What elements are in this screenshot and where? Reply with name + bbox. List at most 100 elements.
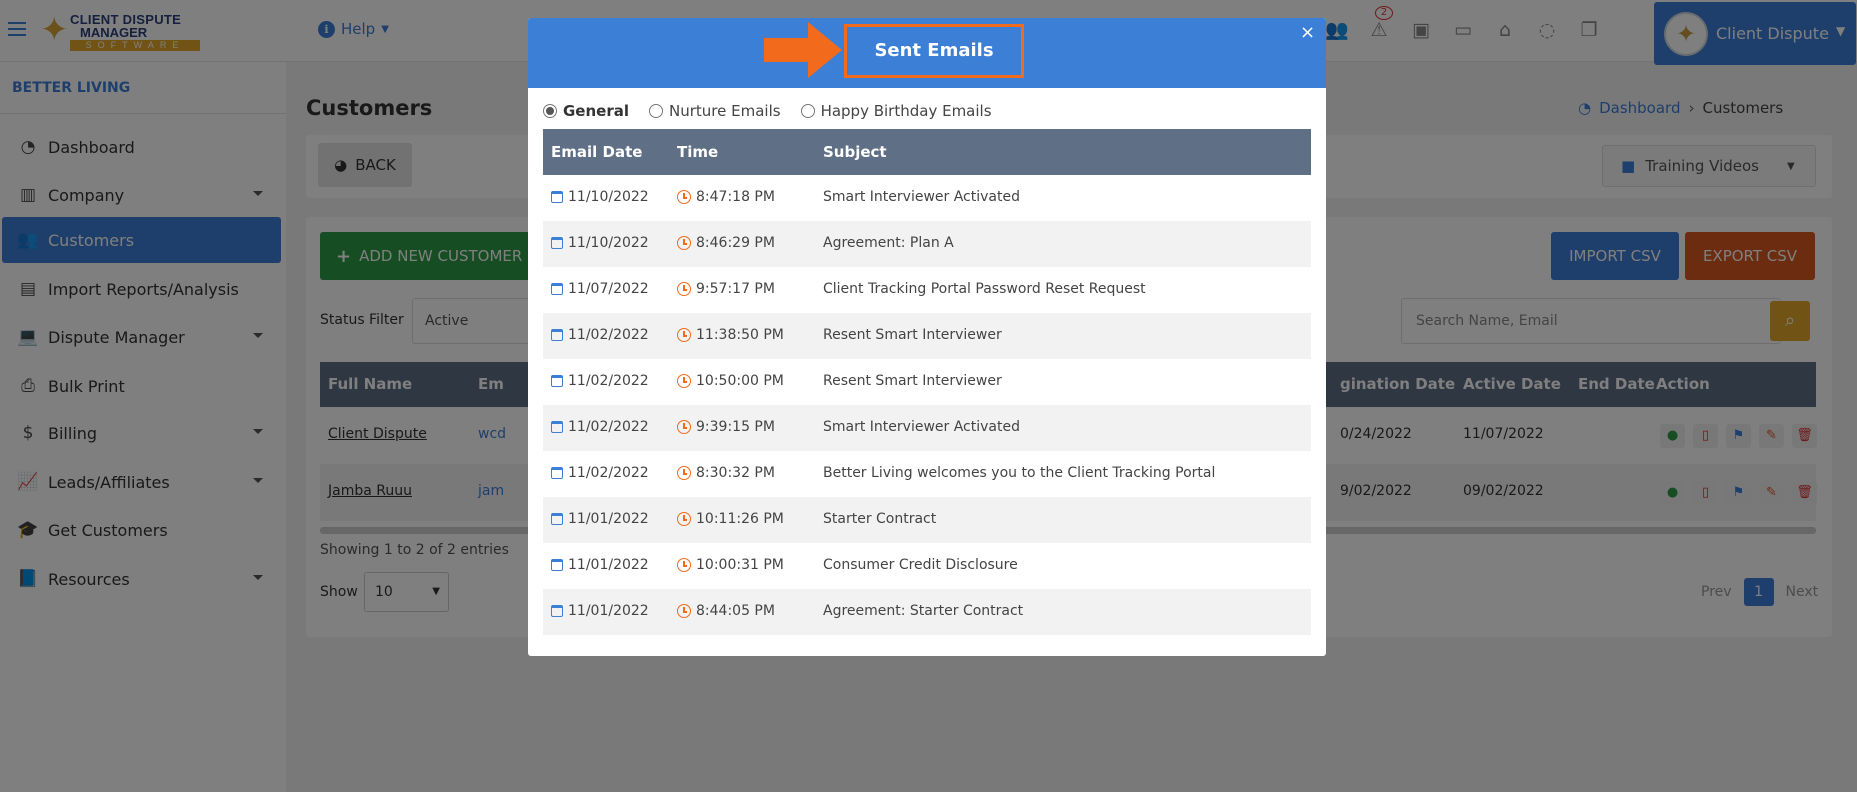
clock-icon: [677, 466, 691, 480]
email-row: 11/10/2022 8:47:18 PM Smart Interviewer Ac…: [543, 175, 1311, 221]
email-row: 11/02/2022 10:50:00 PM Resent Smart Interv…: [543, 359, 1311, 405]
email-date-cell: 11/07/2022: [551, 281, 649, 297]
clock-icon: [677, 328, 691, 342]
email-time-cell: 9:57:17 PM: [677, 281, 775, 297]
email-row: 11/01/2022 8:44:05 PM Agreement: Starter C…: [543, 589, 1311, 635]
clock-icon: [677, 604, 691, 618]
email-date: 11/01/2022: [568, 511, 649, 527]
email-date-cell: 11/02/2022: [551, 327, 649, 343]
arrow-right-icon: [764, 22, 842, 78]
email-date-cell: 11/01/2022: [551, 557, 649, 573]
email-row: 11/01/2022 10:00:31 PM Consumer Credit Dis…: [543, 543, 1311, 589]
calendar-icon: [551, 559, 563, 571]
radio-dot: [543, 104, 557, 118]
email-time-cell: 10:00:31 PM: [677, 557, 784, 573]
column-email-date: Email Date: [551, 143, 643, 161]
email-type-tabs: General Nurture Emails Happy Birthday Em…: [543, 102, 992, 120]
tab-label: General: [563, 102, 629, 120]
clock-icon: [677, 190, 691, 204]
calendar-icon: [551, 237, 563, 249]
column-subject: Subject: [823, 143, 887, 161]
close-icon[interactable]: ×: [1300, 22, 1315, 43]
email-time: 10:00:31 PM: [696, 557, 784, 573]
email-time-cell: 8:47:18 PM: [677, 189, 775, 205]
email-date: 11/01/2022: [568, 557, 649, 573]
email-time: 8:44:05 PM: [696, 603, 775, 619]
email-date-cell: 11/02/2022: [551, 465, 649, 481]
email-row: 11/02/2022 11:38:50 PM Resent Smart Interv…: [543, 313, 1311, 359]
email-time: 8:30:32 PM: [696, 465, 775, 481]
clock-icon: [677, 282, 691, 296]
email-row: 11/10/2022 8:46:29 PM Agreement: Plan A: [543, 221, 1311, 267]
email-date-cell: 11/10/2022: [551, 235, 649, 251]
email-time-cell: 8:44:05 PM: [677, 603, 775, 619]
email-subject: Smart Interviewer Activated: [823, 189, 1020, 205]
calendar-icon: [551, 421, 563, 433]
calendar-icon: [551, 283, 563, 295]
email-subject: Starter Contract: [823, 511, 937, 527]
email-date: 11/02/2022: [568, 373, 649, 389]
email-date-cell: 11/01/2022: [551, 511, 649, 527]
clock-icon: [677, 236, 691, 250]
tab-label: Happy Birthday Emails: [820, 102, 992, 120]
modal-header: Sent Emails ×: [528, 18, 1326, 88]
email-date-cell: 11/10/2022: [551, 189, 649, 205]
title-highlight-box: Sent Emails: [844, 24, 1024, 78]
column-time: Time: [677, 143, 719, 161]
email-time: 10:11:26 PM: [696, 511, 784, 527]
tab-general[interactable]: General: [543, 102, 629, 120]
email-subject: Agreement: Starter Contract: [823, 603, 1024, 619]
email-date-cell: 11/01/2022: [551, 603, 649, 619]
email-time: 8:46:29 PM: [696, 235, 775, 251]
email-date: 11/07/2022: [568, 281, 649, 297]
email-row: 11/07/2022 9:57:17 PM Client Tracking Port…: [543, 267, 1311, 313]
calendar-icon: [551, 605, 563, 617]
email-date: 11/01/2022: [568, 603, 649, 619]
email-date-cell: 11/02/2022: [551, 373, 649, 389]
email-date: 11/02/2022: [568, 465, 649, 481]
tab-happy-birthday-emails[interactable]: Happy Birthday Emails: [800, 102, 992, 120]
email-row: 11/02/2022 9:39:15 PM Smart Interviewer Ac…: [543, 405, 1311, 451]
email-time: 9:57:17 PM: [696, 281, 775, 297]
calendar-icon: [551, 191, 563, 203]
email-time-cell: 10:50:00 PM: [677, 373, 784, 389]
calendar-icon: [551, 375, 563, 387]
tab-label: Nurture Emails: [669, 102, 781, 120]
email-time: 8:47:18 PM: [696, 189, 775, 205]
email-time-cell: 9:39:15 PM: [677, 419, 775, 435]
email-date: 11/10/2022: [568, 189, 649, 205]
email-date: 11/02/2022: [568, 419, 649, 435]
radio-dot: [649, 104, 663, 118]
email-time: 11:38:50 PM: [696, 327, 784, 343]
clock-icon: [677, 374, 691, 388]
email-subject: Agreement: Plan A: [823, 235, 954, 251]
clock-icon: [677, 512, 691, 526]
email-row: 11/02/2022 8:30:32 PM Better Living welcom…: [543, 451, 1311, 497]
email-time-cell: 11:38:50 PM: [677, 327, 784, 343]
email-date-cell: 11/02/2022: [551, 419, 649, 435]
email-subject: Better Living welcomes you to the Client…: [823, 465, 1216, 481]
calendar-icon: [551, 513, 563, 525]
emails-table-header: Email Date Time Subject: [543, 129, 1311, 175]
sent-emails-modal: Sent Emails × General Nurture Emails Hap…: [528, 18, 1326, 656]
email-subject: Resent Smart Interviewer: [823, 373, 1002, 389]
email-time-cell: 8:30:32 PM: [677, 465, 775, 481]
email-time-cell: 8:46:29 PM: [677, 235, 775, 251]
email-date: 11/10/2022: [568, 235, 649, 251]
clock-icon: [677, 420, 691, 434]
email-time: 10:50:00 PM: [696, 373, 784, 389]
email-subject: Resent Smart Interviewer: [823, 327, 1002, 343]
email-time-cell: 10:11:26 PM: [677, 511, 784, 527]
clock-icon: [677, 558, 691, 572]
calendar-icon: [551, 329, 563, 341]
email-time: 9:39:15 PM: [696, 419, 775, 435]
email-subject: Consumer Credit Disclosure: [823, 557, 1018, 573]
tab-nurture-emails[interactable]: Nurture Emails: [649, 102, 781, 120]
calendar-icon: [551, 467, 563, 479]
email-subject: Client Tracking Portal Password Reset Re…: [823, 281, 1146, 297]
modal-title: Sent Emails: [874, 40, 994, 61]
email-date: 11/02/2022: [568, 327, 649, 343]
email-row: 11/01/2022 10:11:26 PM Starter Contract: [543, 497, 1311, 543]
email-subject: Smart Interviewer Activated: [823, 419, 1020, 435]
radio-dot: [800, 104, 815, 118]
